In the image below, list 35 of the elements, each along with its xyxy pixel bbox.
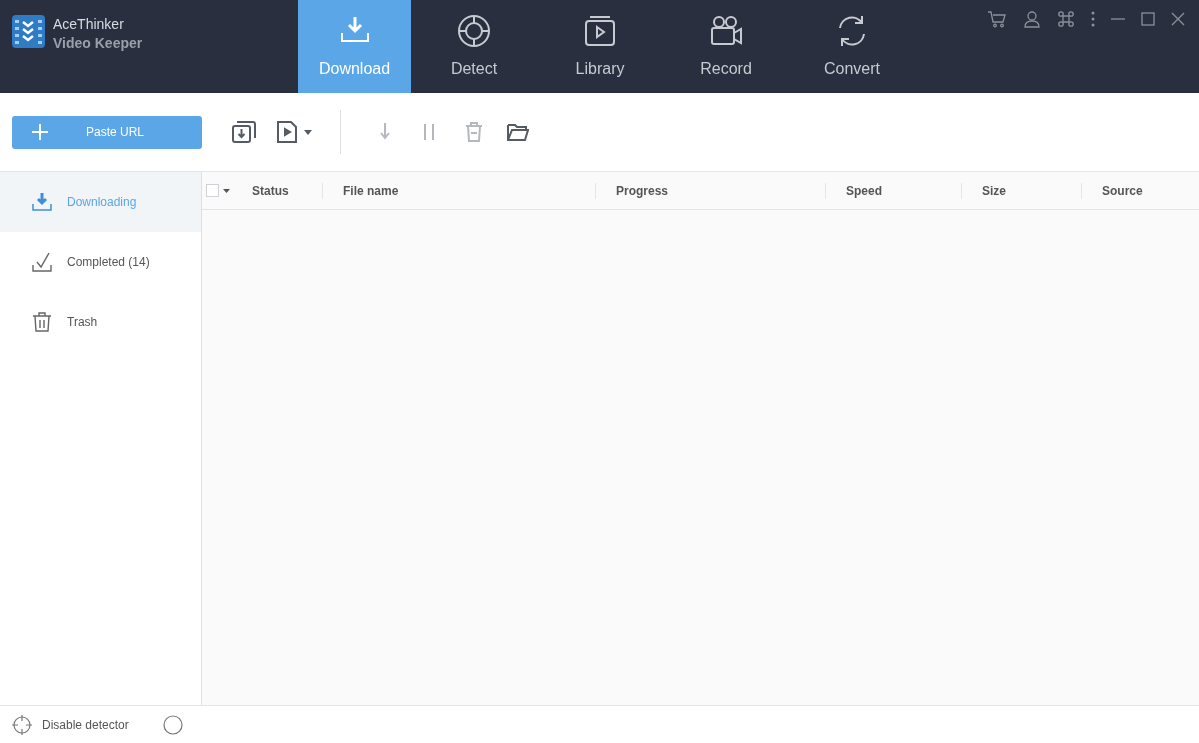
detector-label: Disable detector — [42, 716, 130, 734]
nav-tab[interactable]: Library — [537, 0, 663, 93]
column-header[interactable]: Status — [252, 181, 289, 200]
product-name: Video Keeper — [53, 34, 143, 53]
nav-tab[interactable]: Detect — [411, 0, 537, 93]
detect-icon — [456, 12, 492, 49]
sidebar-item[interactable]: Trash — [0, 292, 201, 352]
maximize-icon[interactable] — [1141, 12, 1155, 26]
column-header[interactable]: Size — [982, 181, 1006, 200]
toggle-icon[interactable] — [162, 713, 184, 736]
nav-tab[interactable]: Convert — [789, 0, 915, 93]
video-file-icon[interactable] — [276, 121, 298, 143]
nav-tab[interactable]: Record — [663, 0, 789, 93]
command-icon[interactable] — [1057, 10, 1075, 28]
more-icon[interactable] — [1091, 11, 1095, 27]
app-logo-icon — [12, 15, 45, 48]
caret-icon[interactable] — [304, 129, 312, 135]
trash-icon — [31, 311, 53, 333]
plus-icon — [32, 124, 48, 140]
column-header[interactable]: Source — [1102, 181, 1143, 200]
close-icon[interactable] — [1171, 12, 1185, 26]
crosshair-icon[interactable] — [12, 714, 32, 735]
user-icon[interactable] — [1023, 10, 1041, 28]
column-header[interactable]: Speed — [846, 181, 882, 200]
select-all-checkbox[interactable] — [206, 184, 219, 197]
caret-icon[interactable] — [223, 188, 230, 193]
column-header[interactable]: Progress — [616, 181, 669, 200]
download-icon — [31, 191, 53, 213]
check-icon — [31, 251, 53, 273]
folder-icon[interactable] — [507, 121, 529, 143]
cart-icon[interactable] — [987, 10, 1007, 28]
brand-name: AceThinker — [53, 15, 125, 34]
column-header[interactable]: File name — [343, 181, 399, 200]
import-icon[interactable] — [232, 121, 256, 143]
sidebar-item[interactable]: Completed (14) — [0, 232, 201, 292]
